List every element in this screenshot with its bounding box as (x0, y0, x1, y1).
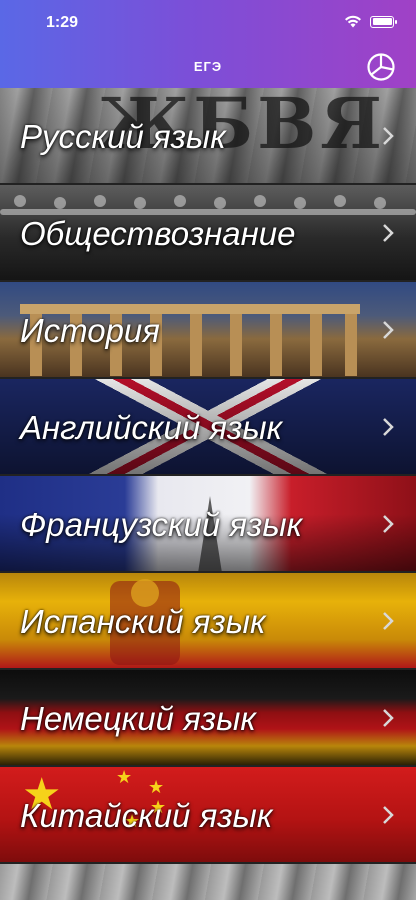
subject-row-partial (0, 864, 416, 900)
subject-row-chinese[interactable]: ★ ★ ★ ★ ★ Китайский язык (0, 767, 416, 864)
subject-row-german[interactable]: Немецкий язык (0, 670, 416, 767)
subject-list: ЖБВЯ Русский язык Обществознание История… (0, 88, 416, 900)
subject-row-history[interactable]: История (0, 282, 416, 379)
subject-label: Английский язык (20, 408, 283, 446)
subject-label: История (20, 311, 160, 349)
subject-row-english[interactable]: Английский язык (0, 379, 416, 476)
status-time: 1:29 (46, 14, 79, 31)
star-icon: ★ (148, 777, 165, 798)
subject-row-russian[interactable]: ЖБВЯ Русский язык (0, 88, 416, 185)
chevron-right-icon (383, 514, 394, 533)
partial-row-image (0, 864, 416, 900)
chevron-right-icon (383, 320, 394, 339)
subject-label: Немецкий язык (20, 699, 256, 737)
subject-label: Французский язык (20, 505, 303, 543)
star-icon: ★ (116, 767, 133, 788)
subject-label: Обществознание (20, 214, 296, 252)
page-title: ЕГЭ (193, 59, 223, 74)
chevron-right-icon (383, 611, 394, 630)
subject-label: Русский язык (20, 117, 226, 155)
chevron-right-icon (383, 126, 394, 145)
chevron-right-icon (383, 417, 394, 436)
subject-label: Китайский язык (20, 796, 273, 834)
chevron-right-icon (383, 805, 394, 824)
battery-icon (370, 15, 397, 28)
chevron-right-icon (383, 223, 394, 242)
status-icons (344, 15, 397, 28)
subject-row-spanish[interactable]: Испанский язык (0, 573, 416, 670)
wifi-icon (345, 15, 361, 28)
subject-row-french[interactable]: Французский язык (0, 476, 416, 573)
subject-row-social-studies[interactable]: Обществознание (0, 185, 416, 282)
pie-chart-icon[interactable] (366, 52, 396, 82)
subject-label: Испанский язык (20, 602, 266, 640)
navigation-header: 1:29 ЕГЭ (0, 0, 416, 88)
chevron-right-icon (383, 708, 394, 727)
